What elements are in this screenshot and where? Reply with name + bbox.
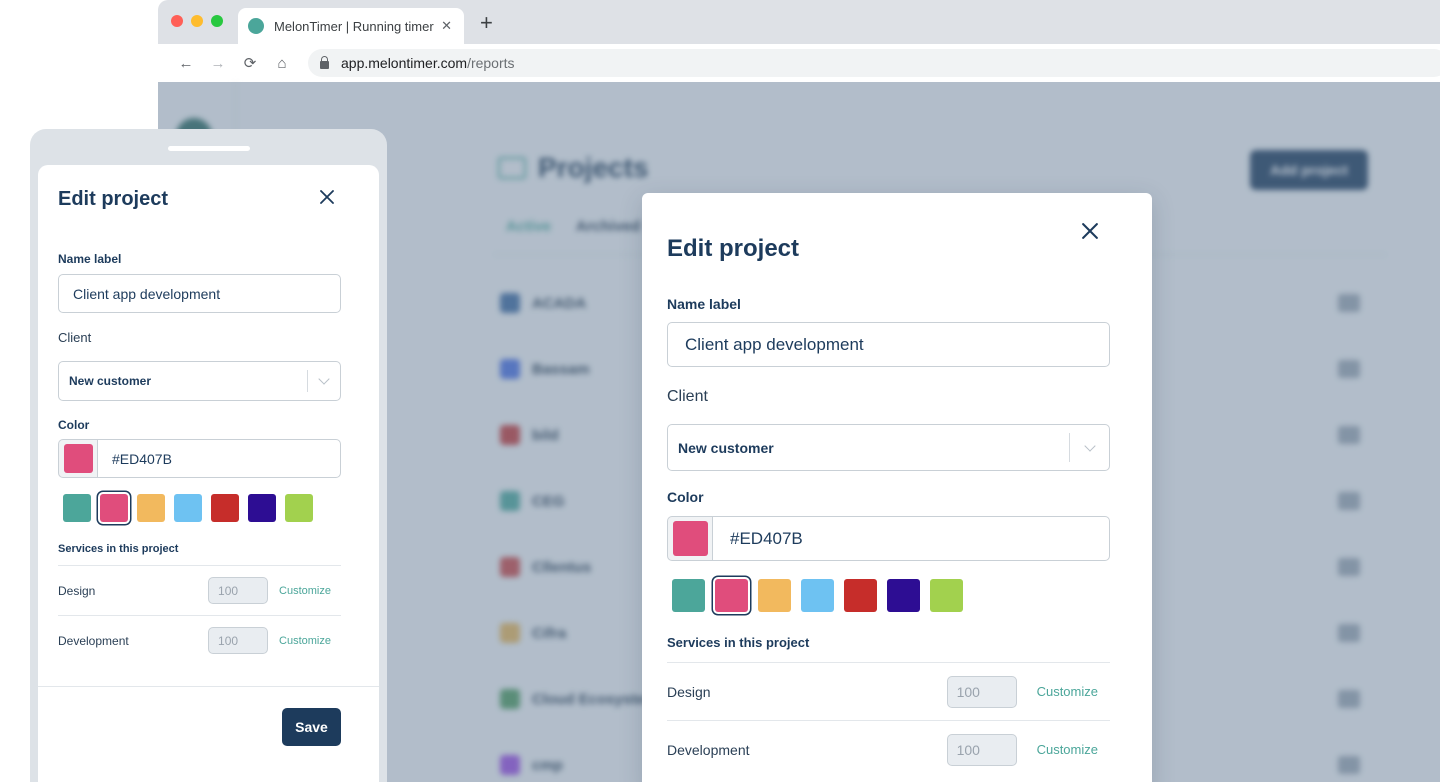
close-window-button[interactable] (171, 15, 183, 27)
service-row: Development 100 Customize (667, 720, 1110, 778)
phone-notch (168, 146, 250, 151)
name-label: Name label (667, 296, 741, 312)
client-selected-value: New customer (678, 439, 774, 456)
color-palette (63, 494, 322, 522)
service-name: Design (667, 683, 711, 700)
url-host: app.melontimer.com (341, 55, 468, 71)
color-hex-input[interactable]: #ED407B (97, 439, 341, 478)
color-preview-swatch (672, 521, 708, 556)
service-rate-input[interactable]: 100 (946, 733, 1017, 766)
minimize-window-button[interactable] (191, 15, 203, 27)
client-select[interactable]: New customer (667, 424, 1110, 471)
color-swatch[interactable] (137, 494, 165, 522)
color-swatch[interactable] (211, 494, 239, 522)
color-swatch[interactable] (844, 579, 877, 612)
service-name: Design (58, 583, 96, 598)
save-button[interactable]: Save (282, 708, 341, 746)
service-rate-input[interactable]: 100 (946, 675, 1017, 708)
service-row: Design 100 Customize (667, 662, 1110, 720)
browser-toolbar: ← → ⟳ ⌂ app.melontimer.com/reports (158, 44, 1440, 82)
close-icon[interactable] (1082, 223, 1098, 239)
color-picker: #ED407B (667, 516, 1110, 561)
client-select[interactable]: New customer (58, 361, 341, 401)
color-swatch[interactable] (715, 579, 748, 612)
color-hex-input[interactable]: #ED407B (712, 516, 1110, 561)
color-swatch[interactable] (285, 494, 313, 522)
name-label: Name label (58, 252, 122, 266)
melontimer-favicon-icon (248, 18, 264, 34)
color-palette (672, 579, 973, 612)
name-input[interactable]: Client app development (667, 322, 1110, 367)
client-label: Client (58, 330, 92, 345)
color-swatch[interactable] (758, 579, 791, 612)
color-swatch[interactable] (63, 494, 91, 522)
client-selected-value: New customer (69, 374, 152, 388)
chevron-down-icon[interactable] (1070, 439, 1109, 452)
services-heading: Services in this project (58, 543, 179, 555)
tab-strip: MelonTimer | Running timer ✕ + (158, 0, 1440, 44)
customize-link[interactable]: Customize (279, 635, 331, 647)
customize-link[interactable]: Customize (279, 585, 331, 597)
address-bar[interactable]: app.melontimer.com/reports (308, 49, 1440, 77)
service-name: Development (58, 633, 129, 648)
tab-close-icon[interactable]: ✕ (441, 18, 452, 34)
color-swatch[interactable] (248, 494, 276, 522)
color-label: Color (58, 418, 90, 432)
services-list: Design 100 Customize Development 100 Customiz… (667, 662, 1110, 778)
services-list: Design 100 Customize Development 100 Customiz… (58, 565, 341, 665)
screenshot-stage: MelonTimer | Running timer ✕ + ← → ⟳ ⌂ a… (0, 0, 1440, 782)
customize-link[interactable]: Customize (1037, 684, 1098, 699)
services-heading: Services in this project (667, 635, 810, 650)
browser-tab[interactable]: MelonTimer | Running timer ✕ (238, 8, 464, 44)
color-swatch[interactable] (930, 579, 963, 612)
client-label: Client (667, 388, 708, 405)
reload-icon[interactable]: ⟳ (234, 54, 266, 72)
color-preview-swatch (63, 444, 93, 473)
modal-title: Edit project (58, 188, 169, 210)
forward-arrow-icon[interactable]: → (202, 55, 234, 72)
service-rate-input[interactable]: 100 (208, 577, 269, 604)
service-rate-input[interactable]: 100 (208, 627, 269, 654)
lock-icon (320, 55, 329, 69)
maximize-window-button[interactable] (211, 15, 223, 27)
color-preview[interactable] (58, 439, 97, 478)
color-label: Color (667, 489, 704, 505)
edit-project-modal: Edit project Name label Client app devel… (642, 193, 1152, 782)
tab-title: MelonTimer | Running timer (274, 18, 434, 34)
new-tab-button[interactable]: + (480, 12, 493, 34)
url-path: /reports (467, 55, 515, 71)
color-preview[interactable] (667, 516, 712, 561)
color-swatch[interactable] (801, 579, 834, 612)
color-swatch[interactable] (100, 494, 128, 522)
phone-screen: Save Edit project Name label Client app … (38, 165, 379, 782)
name-input[interactable]: Client app development (58, 274, 341, 313)
back-arrow-icon[interactable]: ← (170, 55, 202, 72)
color-swatch[interactable] (887, 579, 920, 612)
service-name: Development (667, 741, 750, 758)
color-picker: #ED407B (58, 439, 341, 478)
phone-mockup: Save Edit project Name label Client app … (30, 129, 387, 782)
service-row: Design 100 Customize (58, 565, 341, 615)
home-icon[interactable]: ⌂ (266, 55, 298, 72)
color-swatch[interactable] (174, 494, 202, 522)
color-swatch[interactable] (672, 579, 705, 612)
service-row: Development 100 Customize (58, 615, 341, 665)
footer-divider (38, 686, 379, 687)
modal-title: Edit project (667, 235, 800, 262)
close-icon[interactable] (320, 190, 334, 204)
chevron-down-icon[interactable] (308, 373, 340, 385)
customize-link[interactable]: Customize (1037, 742, 1098, 757)
